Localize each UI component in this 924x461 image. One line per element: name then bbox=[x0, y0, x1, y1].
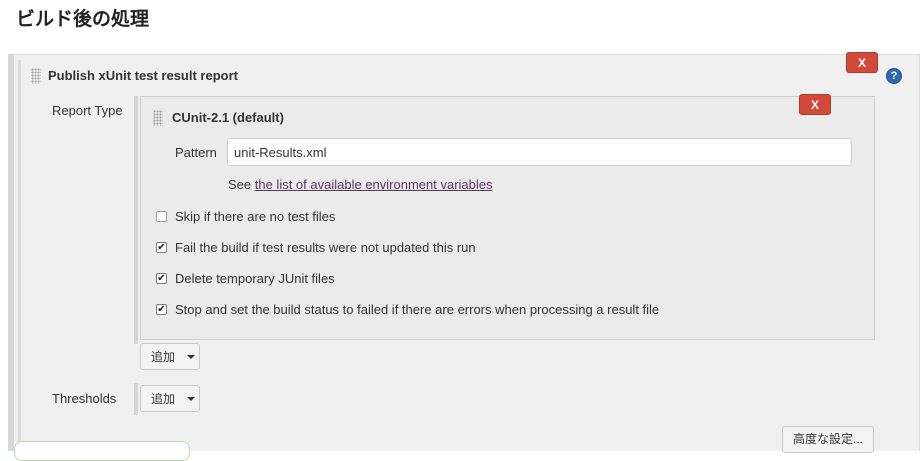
checkbox[interactable]: ✔ bbox=[156, 272, 167, 284]
env-vars-prefix: See bbox=[228, 177, 255, 192]
add-report-type-button[interactable]: 追加 bbox=[140, 343, 200, 370]
section-title: ビルド後の処理 bbox=[16, 9, 150, 30]
report-entry-title: CUnit-2.1 (default) bbox=[172, 110, 284, 125]
pattern-label: Pattern bbox=[175, 145, 217, 160]
pattern-input[interactable] bbox=[227, 138, 852, 166]
delete-publisher-button[interactable]: X bbox=[846, 52, 878, 73]
report-type-label: Report Type bbox=[52, 103, 123, 118]
publisher-inner-bar bbox=[18, 60, 21, 451]
publisher-title: Publish xUnit test result report bbox=[48, 68, 238, 83]
chevron-down-icon bbox=[187, 354, 196, 359]
option-label: Delete temporary JUnit files bbox=[175, 270, 335, 286]
checkbox[interactable]: ✔ bbox=[156, 241, 167, 253]
thresholds-bar bbox=[134, 383, 138, 415]
add-button-label: 追加 bbox=[151, 392, 176, 406]
add-button-label: 追加 bbox=[151, 350, 176, 364]
option-label: Fail the build if test results were not … bbox=[175, 239, 476, 255]
option-label: Stop and set the build status to failed … bbox=[175, 301, 660, 317]
add-threshold-button[interactable]: 追加 bbox=[140, 385, 200, 412]
drag-handle-icon[interactable] bbox=[31, 68, 41, 84]
checkbox[interactable]: ✔ bbox=[156, 303, 167, 315]
notification-edge bbox=[14, 441, 190, 461]
env-vars-line: See the list of available environment va… bbox=[228, 177, 493, 192]
delete-report-button[interactable]: X bbox=[799, 94, 831, 115]
option-skip-no-tests[interactable]: Skip if there are no test files bbox=[156, 207, 335, 225]
env-vars-link[interactable]: the list of available environment variab… bbox=[255, 177, 493, 192]
option-stop-on-errors[interactable]: ✔ Stop and set the build status to faile… bbox=[156, 300, 659, 318]
advanced-settings-button[interactable]: 高度な設定... bbox=[782, 426, 874, 453]
option-delete-temp-junit[interactable]: ✔ Delete temporary JUnit files bbox=[156, 269, 335, 287]
chevron-down-icon bbox=[187, 396, 196, 401]
option-fail-not-updated[interactable]: ✔ Fail the build if test results were no… bbox=[156, 238, 476, 256]
checkbox[interactable] bbox=[156, 210, 167, 222]
help-icon[interactable]: ? bbox=[886, 68, 902, 84]
thresholds-label: Thresholds bbox=[52, 391, 117, 406]
drag-handle-icon[interactable] bbox=[153, 110, 163, 126]
report-type-bar bbox=[134, 96, 138, 344]
option-label: Skip if there are no test files bbox=[175, 208, 336, 224]
